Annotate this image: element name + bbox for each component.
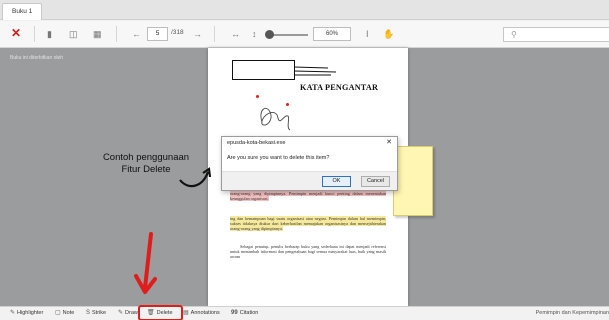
fit-width-icon[interactable]: ↔ xyxy=(231,28,240,40)
toolbar: ✕ ▮ ◫ ▦ ← 5 /318 → ↔ ↕ 60% I ✋ ⚲ xyxy=(0,21,609,48)
strike-label: Strike xyxy=(92,310,107,316)
sticky-note[interactable] xyxy=(393,146,433,216)
page-title: KATA PENGANTAR xyxy=(300,83,379,92)
single-page-icon[interactable]: ▮ xyxy=(47,28,52,40)
next-page-icon[interactable]: → xyxy=(193,28,202,40)
paragraph-1b: ing dan kemampuan bagi suatu organisasi … xyxy=(230,216,386,231)
cancel-button[interactable]: Cancel xyxy=(361,176,390,187)
grid-view-icon[interactable]: ▦ xyxy=(93,28,102,40)
zoom-slider-track[interactable] xyxy=(268,34,308,36)
annotations-label: Annotations xyxy=(190,310,220,316)
highlighter-icon: ✎ xyxy=(10,310,16,316)
delete-confirm-dialog: epusda-kota-bekasi.exe ✕ Are you sure yo… xyxy=(221,136,398,191)
page-cursor-box xyxy=(232,60,337,80)
delete-highlight-box xyxy=(138,305,183,320)
page-number-input[interactable]: 5 xyxy=(147,27,168,41)
annotations-tool[interactable]: ▤ Annotations xyxy=(183,309,220,318)
text-select-icon[interactable]: I xyxy=(366,28,369,40)
prev-page-icon[interactable]: ← xyxy=(132,28,141,40)
citation-tool[interactable]: 99 Citation xyxy=(231,309,258,318)
page-total: /318 xyxy=(171,29,184,36)
annotation-toolbar: ✎ Highlighter ▢ Note S Strike ✎ Draw 🗑 Delete… xyxy=(0,306,609,320)
toolbar-divider xyxy=(34,26,35,42)
highlighter-label: Highlighter xyxy=(17,310,44,316)
search-icon: ⚲ xyxy=(511,30,517,39)
hand-tool-icon[interactable]: ✋ xyxy=(383,28,394,40)
citation-label: Citation xyxy=(239,310,259,316)
annotation-marker[interactable] xyxy=(256,95,259,98)
paragraph-2: Sebagai penutup, penulis berharap buku y… xyxy=(230,244,386,259)
close-icon[interactable]: ✕ xyxy=(11,26,21,40)
toolbar-divider xyxy=(116,26,117,42)
cursor-graphic xyxy=(293,66,337,76)
book-title: Pemimpin dan Kepemimpinan xyxy=(535,310,609,316)
signature-drawing xyxy=(260,108,291,131)
strike-tool[interactable]: S Strike xyxy=(86,309,106,318)
zoom-level[interactable]: 60% xyxy=(313,27,351,41)
toolbar-divider xyxy=(214,26,215,42)
annotations-icon: ▤ xyxy=(183,310,189,316)
close-icon[interactable]: ✕ xyxy=(386,138,392,146)
reader-app: Buku 1 ✕ ▮ ◫ ▦ ← 5 /318 → ↔ ↕ 60% I ✋ ⚲ … xyxy=(0,0,609,320)
note-tool[interactable]: ▢ Note xyxy=(55,309,74,318)
pencil-icon: ✎ xyxy=(118,310,124,316)
fit-height-icon[interactable]: ↕ xyxy=(252,28,257,40)
red-arrow-icon xyxy=(134,232,157,294)
highlighter-tool[interactable]: ✎ Highlighter xyxy=(10,309,43,318)
publisher-note: Buku ini diterbitkan oleh xyxy=(10,55,64,61)
quote-icon: 99 xyxy=(231,310,238,316)
note-icon: ▢ xyxy=(55,310,61,316)
search-input[interactable]: ⚲ xyxy=(503,27,609,42)
highlighted-text[interactable]: ing dan kemampuan bagi suatu organisasi … xyxy=(230,216,386,231)
tab-buku-1[interactable]: Buku 1 xyxy=(2,3,43,20)
zoom-slider-handle[interactable] xyxy=(265,30,274,39)
tab-bar: Buku 1 xyxy=(0,0,609,20)
dialog-footer: OK Cancel xyxy=(222,171,397,190)
double-page-icon[interactable]: ◫ xyxy=(69,28,78,40)
strike-icon: S xyxy=(86,310,91,316)
dialog-title: epusda-kota-bekasi.exe xyxy=(227,140,286,146)
draw-label: Draw xyxy=(125,310,138,316)
note-label: Note xyxy=(62,310,75,316)
ok-button[interactable]: OK xyxy=(322,176,351,187)
draw-tool[interactable]: ✎ Draw xyxy=(118,309,138,318)
dialog-message: Are you sure you want to delete this ite… xyxy=(227,155,330,161)
curved-arrow-icon xyxy=(179,167,212,188)
caption-line-1: Contoh penggunaan xyxy=(102,152,190,163)
